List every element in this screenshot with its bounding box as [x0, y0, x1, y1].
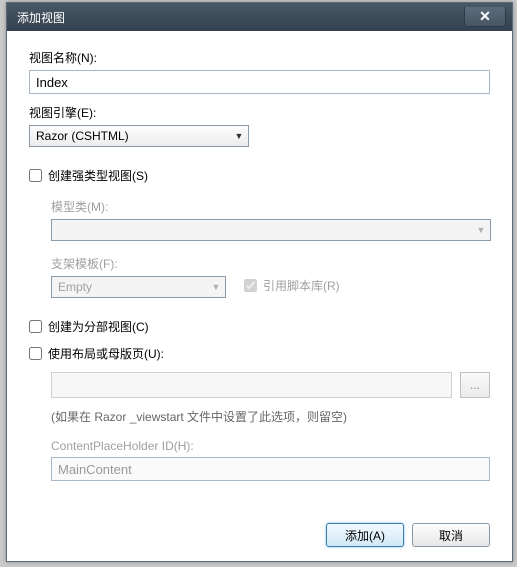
- view-engine-value[interactable]: [29, 125, 249, 147]
- scaffold-value: [51, 276, 226, 298]
- strongly-typed-checkbox[interactable]: [29, 169, 42, 182]
- view-name-input[interactable]: [29, 70, 490, 94]
- ref-script-checkbox: [244, 279, 257, 292]
- cancel-button[interactable]: 取消: [412, 523, 490, 547]
- strongly-typed-row: 创建强类型视图(S): [29, 167, 490, 184]
- scaffold-combo[interactable]: ▼: [51, 276, 226, 298]
- window-title: 添加视图: [17, 9, 65, 26]
- layout-hint: (如果在 Razor _viewstart 文件中设置了此选项，则留空): [51, 408, 490, 425]
- model-class-value: [51, 219, 491, 241]
- view-engine-label: 视图引擎(E):: [29, 104, 490, 121]
- strongly-typed-label: 创建强类型视图(S): [48, 167, 148, 184]
- close-button[interactable]: ✕: [464, 7, 506, 27]
- cph-input: [51, 457, 490, 481]
- layout-path-input: [51, 372, 452, 398]
- layout-checkbox[interactable]: [29, 347, 42, 360]
- add-button[interactable]: 添加(A): [326, 523, 404, 547]
- view-engine-combo[interactable]: ▼: [29, 125, 249, 147]
- titlebar: 添加视图 ✕: [7, 3, 512, 31]
- dialog-buttons: 添加(A) 取消: [326, 523, 490, 547]
- partial-checkbox[interactable]: [29, 320, 42, 333]
- dialog-content: 视图名称(N): 视图引擎(E): ▼ 创建强类型视图(S) 模型类(M): ▼…: [7, 31, 512, 495]
- add-view-dialog: 添加视图 ✕ 视图名称(N): 视图引擎(E): ▼ 创建强类型视图(S) 模型…: [6, 2, 513, 562]
- close-icon: ✕: [479, 8, 491, 25]
- ref-script-row: 引用脚本库(R): [244, 277, 340, 294]
- partial-row: 创建为分部视图(C): [29, 318, 490, 335]
- ref-script-label: 引用脚本库(R): [263, 277, 340, 294]
- layout-row: 使用布局或母版页(U):: [29, 345, 490, 362]
- scaffold-label: 支架模板(F):: [51, 255, 490, 272]
- model-class-combo[interactable]: ▼: [51, 219, 491, 241]
- partial-label: 创建为分部视图(C): [48, 318, 149, 335]
- model-class-label: 模型类(M):: [51, 198, 490, 215]
- browse-button[interactable]: ...: [460, 372, 490, 398]
- layout-label: 使用布局或母版页(U):: [48, 345, 164, 362]
- view-name-label: 视图名称(N):: [29, 49, 490, 66]
- cph-label: ContentPlaceHolder ID(H):: [51, 439, 490, 453]
